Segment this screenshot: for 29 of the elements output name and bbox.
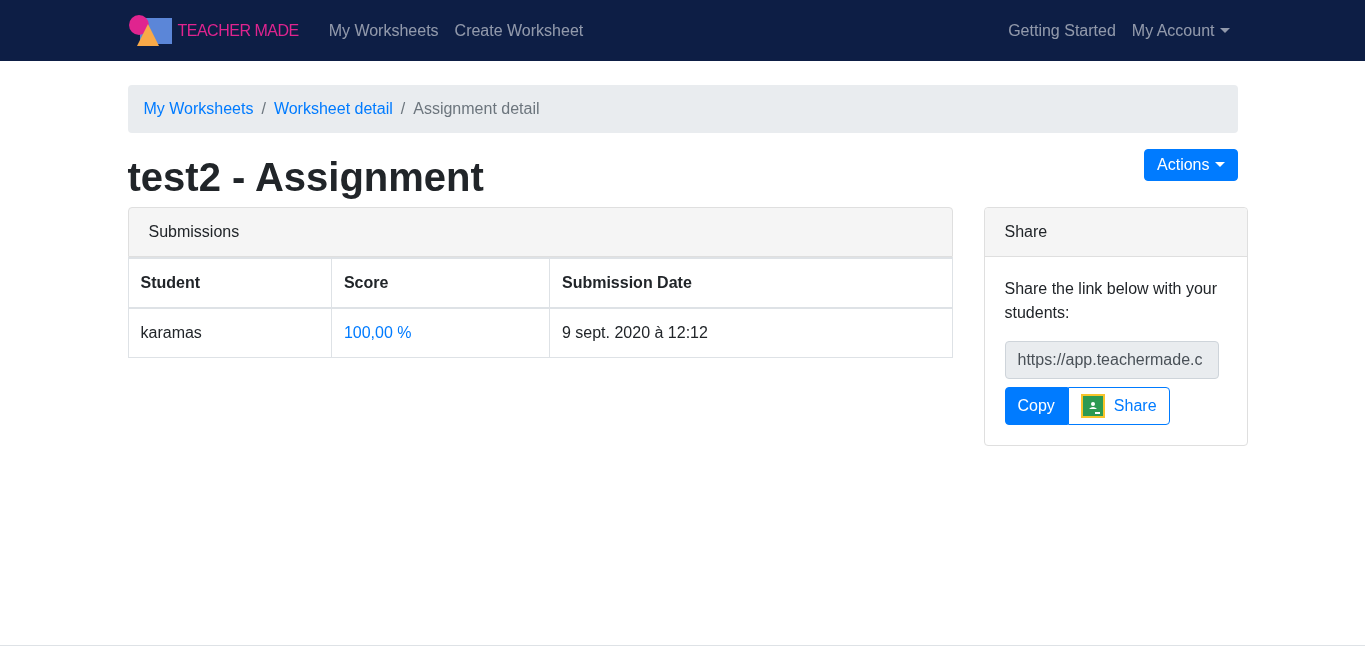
- breadcrumb-separator: /: [399, 100, 407, 118]
- caret-icon: [1214, 162, 1225, 168]
- date-cell: 9 sept. 2020 à 12:12: [549, 308, 952, 358]
- classroom-icon: [1080, 394, 1105, 418]
- classroom-share-button[interactable]: Share: [1067, 387, 1170, 425]
- breadcrumb-current: Assignment detail: [413, 100, 540, 118]
- column-header: Score: [331, 258, 550, 308]
- nav-dropdown[interactable]: My Account: [1123, 13, 1238, 48]
- column-header: Submission Date: [549, 258, 952, 308]
- brand-logo[interactable]: TEACHER MADE: [127, 13, 299, 48]
- nav-link[interactable]: Getting Started: [1000, 13, 1124, 48]
- score-link[interactable]: 100,00 %: [343, 324, 412, 341]
- caret-icon: [1219, 27, 1230, 34]
- nav-link[interactable]: Create Worksheet: [446, 13, 592, 48]
- card-header: Submissions: [127, 207, 953, 257]
- share-instructions: Share the link below with your students:: [1004, 279, 1219, 323]
- brand-name: TEACHER MADE: [177, 21, 299, 40]
- card-header: Share: [984, 208, 1247, 257]
- breadcrumb-link[interactable]: Worksheet detail: [273, 100, 393, 118]
- breadcrumb-separator: /: [260, 100, 267, 118]
- student-cell: karamas: [128, 308, 332, 358]
- copy-button[interactable]: Copy: [1004, 387, 1068, 425]
- breadcrumb-link[interactable]: My Worksheets: [143, 100, 254, 118]
- page-title: test2 - Assignment: [127, 154, 484, 201]
- column-header: Student: [128, 258, 332, 308]
- share-link-field[interactable]: https://app.teachermade.c: [1004, 341, 1219, 379]
- logo-icon: [127, 13, 174, 48]
- nav-link[interactable]: My Worksheets: [320, 13, 447, 48]
- actions-button[interactable]: Actions: [1144, 149, 1238, 181]
